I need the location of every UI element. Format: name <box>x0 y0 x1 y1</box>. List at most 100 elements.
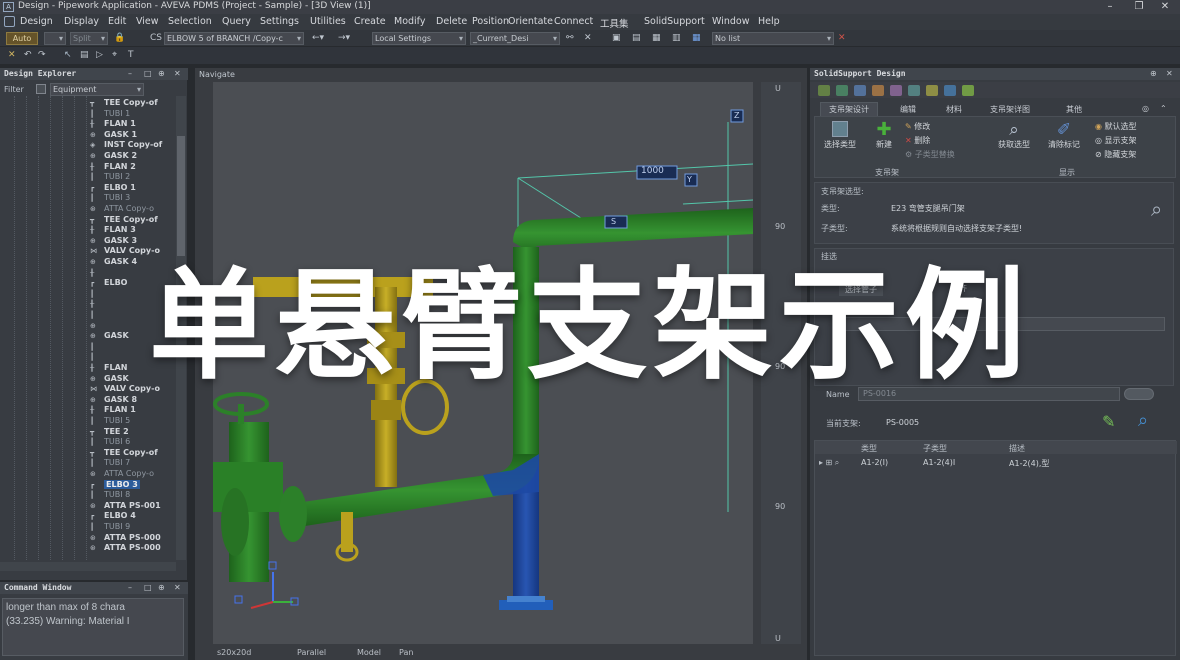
quick-icon-7[interactable] <box>926 85 938 96</box>
tree-item[interactable]: ◈ INST Copy-of <box>90 140 162 151</box>
tag-add-icon[interactable]: ✎ <box>1102 412 1115 431</box>
tree-item[interactable]: ┃ TUBI 1 <box>90 109 130 120</box>
show-support-button[interactable]: ◎ 显示支架 <box>1095 135 1137 146</box>
green-top-pipe[interactable] <box>513 208 753 258</box>
panel-restore-icon[interactable]: □ <box>144 68 152 80</box>
text-tool-icon[interactable]: T <box>128 49 134 62</box>
tab-other[interactable]: 其他 <box>1066 104 1082 115</box>
search-icon[interactable]: ⌕ <box>1151 197 1162 221</box>
tree-item[interactable]: ⊛ ATTA Copy-o <box>90 469 154 480</box>
menu-5[interactable]: Query <box>222 16 251 27</box>
name-toggle[interactable] <box>1124 388 1154 400</box>
quick-icon-9[interactable] <box>962 85 974 96</box>
expand-icon[interactable]: ▸ ⊞ ⌕ <box>819 458 839 468</box>
menu-9[interactable]: Modify <box>394 16 425 27</box>
back-arrow-icon[interactable]: ←▾ <box>312 32 324 45</box>
settings-combo[interactable]: Local Settings <box>372 32 466 45</box>
menu-0[interactable]: Design <box>20 16 53 27</box>
tree-item[interactable]: ╫ FLAN 1 <box>90 405 136 416</box>
tree-item[interactable]: ┳ TEE Copy-of <box>90 98 158 109</box>
ss-pin-icon[interactable]: ⊕ <box>1150 68 1157 80</box>
menu-11[interactable]: Position <box>472 16 509 27</box>
minimize-button[interactable]: – <box>1095 0 1125 14</box>
menu-16[interactable]: Window <box>712 16 749 27</box>
menu-14[interactable]: 工具集 <box>600 16 629 30</box>
tree-item[interactable]: ┳ TEE Copy-of <box>90 215 158 226</box>
panel-close-icon[interactable]: ✕ <box>174 68 181 80</box>
menu-7[interactable]: Utilities <box>310 16 346 27</box>
panel-pin-icon[interactable]: ⊕ <box>158 68 165 80</box>
locate-icon[interactable]: ⌕ <box>1138 410 1148 431</box>
window-icon[interactable]: ▥ <box>672 32 681 45</box>
tree-item[interactable]: ┳ TEE 2 <box>90 427 129 438</box>
tree-hscrollbar[interactable] <box>0 562 176 571</box>
tab-detail-drawing[interactable]: 支吊架详图 <box>990 104 1030 115</box>
panel-minimize-icon[interactable]: – <box>128 68 132 80</box>
design-combo[interactable]: _Current_Desi <box>470 32 560 45</box>
tree-item[interactable]: ╫ FLAN 3 <box>90 225 136 236</box>
table-row[interactable]: ▸ ⊞ ⌕ A1-2(I) A1-2(4)I A1-2(4),型 <box>815 456 1177 469</box>
tab-material[interactable]: 材料 <box>946 104 962 115</box>
menu-10[interactable]: Delete <box>436 16 467 27</box>
tree-item[interactable]: ⊛ ATTA PS-000 <box>90 533 161 544</box>
tree-item[interactable]: ⊕ GASK 3 <box>90 236 137 247</box>
menu-1[interactable]: Display <box>64 16 99 27</box>
menu-12[interactable]: Orientate <box>508 16 553 27</box>
tree-item[interactable]: ┃ TUBI 2 <box>90 172 130 183</box>
tab-support-design[interactable]: 支吊架设计 <box>820 102 878 117</box>
delete-button[interactable]: ✕ 删除 <box>905 135 930 146</box>
ss-expand-icon[interactable]: ⌃ <box>1160 104 1167 113</box>
save-icon[interactable]: ▤ <box>632 32 641 45</box>
tree-item[interactable]: ⊛ ATTA PS-000 <box>90 543 161 554</box>
forward-arrow-icon[interactable]: →▾ <box>338 32 350 45</box>
tree-item[interactable]: ┏ ELBO 1 <box>90 183 136 194</box>
tree-item[interactable]: ╫ FLAN 1 <box>90 119 136 130</box>
tree-item[interactable]: ┳ TEE Copy-of <box>90 448 158 459</box>
subtype-replace-button[interactable]: ⚙ 子类型替换 <box>905 149 955 160</box>
default-select-button[interactable]: ◉ 默认选型 <box>1095 121 1137 132</box>
menu-15[interactable]: SolidSupport <box>644 16 705 27</box>
tree-item[interactable]: ⊕ GASK 1 <box>90 130 137 141</box>
quick-icon-4[interactable] <box>872 85 884 96</box>
tree-item[interactable]: ⊛ ATTA PS-001 <box>90 501 161 512</box>
menu-2[interactable]: Edit <box>108 16 126 27</box>
tree-item[interactable]: ┏ ELBO 3 <box>90 479 140 491</box>
filter-checkbox[interactable] <box>36 84 46 94</box>
clear-list-icon[interactable]: ✕ <box>838 32 846 45</box>
tab-edit[interactable]: 编辑 <box>900 104 916 115</box>
tree-item[interactable]: ┃ TUBI 5 <box>90 416 130 427</box>
cmd-minimize-icon[interactable]: – <box>128 582 132 594</box>
quick-icon-5[interactable] <box>890 85 902 96</box>
get-type-button[interactable]: ⌕ 获取选型 <box>991 121 1037 150</box>
close-x-icon[interactable]: ✕ <box>8 49 16 62</box>
menu-17[interactable]: Help <box>758 16 780 27</box>
tree-item[interactable]: ╫ FLAN 2 <box>90 162 136 173</box>
cross-icon[interactable]: ✕ <box>584 32 592 45</box>
select-type-button[interactable]: 选择类型 <box>819 121 861 150</box>
tree-item[interactable]: ⊕ GASK 2 <box>90 151 137 162</box>
cmd-close-icon[interactable]: ✕ <box>174 582 181 594</box>
pointer-icon[interactable]: ↖ <box>64 49 72 62</box>
quick-icon-8[interactable] <box>944 85 956 96</box>
tree-item[interactable]: ┃ TUBI 3 <box>90 193 130 204</box>
view-tool-icon[interactable]: ▣ <box>612 32 621 45</box>
list-combo[interactable]: No list <box>712 32 834 45</box>
clear-mark-button[interactable]: ✐ 清除标记 <box>1041 121 1087 150</box>
menu-3[interactable]: View <box>136 16 159 27</box>
quick-icon-2[interactable] <box>836 85 848 96</box>
quick-icon-6[interactable] <box>908 85 920 96</box>
tree-item[interactable]: ⊛ ATTA Copy-o <box>90 204 154 215</box>
grid-icon[interactable]: ▦ <box>652 32 661 45</box>
modify-button[interactable]: ✎ 修改 <box>905 121 930 132</box>
filter-combo[interactable]: Equipment <box>50 83 144 96</box>
command-output[interactable]: longer than max of 8 chara (33.235) Warn… <box>2 598 184 656</box>
tree-item[interactable]: ┃ TUBI 9 <box>90 522 130 533</box>
menu-6[interactable]: Settings <box>260 16 299 27</box>
tag-icon[interactable]: ⌖ <box>112 49 117 62</box>
tree-item[interactable]: ┃ TUBI 6 <box>90 437 130 448</box>
tree-item[interactable]: ┏ ELBO 4 <box>90 511 136 522</box>
menu-4[interactable]: Selection <box>168 16 212 27</box>
lock-icon[interactable]: 🔒 <box>114 32 125 45</box>
menu-13[interactable]: Connect <box>554 16 593 27</box>
cmd-restore-icon[interactable]: □ <box>144 582 152 594</box>
